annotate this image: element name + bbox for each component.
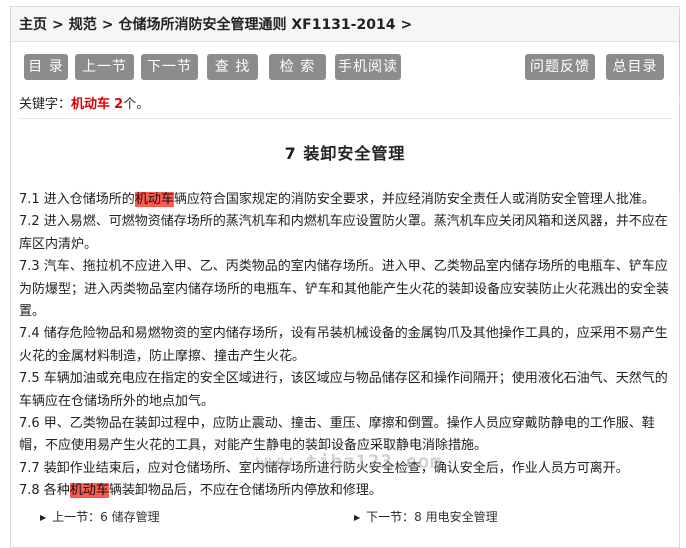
clause-7-2: 7.2 进入易燃、可燃物资储存场所的蒸汽机车和内燃机车应设置防火罩。蒸汽机车应关… [19, 214, 668, 252]
divider [19, 118, 671, 119]
clause-7-6: 7.6 甲、乙类物品在装卸过程中，应防止震动、撞击、重压、摩擦和倒置。操作人员应… [19, 416, 655, 454]
triangle-right-icon: ▶ [40, 513, 47, 522]
search-button[interactable]: 检 索 [269, 54, 326, 80]
keyword-highlight: 机动车 [69, 483, 109, 499]
clause-7-5: 7.5 车辆加油或充电应在指定的安全区域进行，该区域应与物品储存区和操作间隔开；… [19, 371, 668, 409]
next-section-link[interactable]: 8 用电安全管理 [414, 510, 497, 524]
clause-text: 7.1 进入仓储场所的 [19, 192, 135, 207]
keyword-summary: 关键字：机动车 2个。 [11, 94, 679, 118]
keyword-count: 2 [114, 97, 124, 112]
breadcrumb-home-link[interactable]: 主页 [19, 17, 47, 33]
section-title: 7 装卸安全管理 [284, 144, 406, 163]
breadcrumb-document-link[interactable]: 仓储场所消防安全管理通则 XF1131-2014 [118, 17, 395, 33]
breadcrumb-separator: > [52, 17, 64, 33]
clause-7-1: 7.1 进入仓储场所的机动车辆应符合国家规定的消防安全要求，并应经消防安全责任人… [19, 189, 671, 211]
keyword-label: 关键字： [19, 97, 72, 112]
next-label: 下一节： [366, 510, 415, 524]
side-panel-edge [679, 104, 686, 188]
find-button[interactable]: 查 找 [207, 54, 258, 80]
breadcrumb-separator: > [400, 17, 413, 33]
feedback-button[interactable]: 问题反馈 [525, 54, 595, 80]
content-panel: 主页 > 规范 > 仓储场所消防安全管理通则 XF1131-2014 > 目 录 上一节 … [10, 6, 680, 548]
breadcrumb: 主页 > 规范 > 仓储场所消防安全管理通则 XF1131-2014 > [11, 7, 679, 42]
clause-7-3: 7.3 汽车、拖拉机不应进入甲、乙、丙类物品的室内储存场所。进入甲、乙类物品室内… [19, 259, 670, 320]
master-catalog-button[interactable]: 总目录 [606, 54, 664, 80]
clause-7-7: 7.7 装卸作业结束后，应对仓储场所、室内储存场所进行防火安全检查，确认安全后，… [19, 460, 629, 476]
mobile-reading-button[interactable]: 手机阅读 [335, 54, 401, 80]
prev-section-button[interactable]: 上一节 [75, 54, 134, 80]
prev-section-nav: ▶ 上一节：6 储存管理 [40, 508, 160, 525]
prev-section-link[interactable]: 6 储存管理 [100, 510, 159, 524]
clause-text: 辆装卸物品后，不应在仓储场所内停放和修理。 [108, 483, 382, 499]
next-section-button[interactable]: 下一节 [141, 54, 198, 80]
prev-label: 上一节： [52, 510, 101, 524]
clause-text: 辆应符合国家规定的消防安全要求，并应经消防安全责任人或消防安全管理人批准。 [173, 192, 655, 207]
next-section-nav: ▶ 下一节：8 用电安全管理 [354, 508, 498, 525]
breadcrumb-category-link[interactable]: 规范 [69, 17, 97, 33]
side-panel-edge [679, 14, 686, 96]
keyword-term: 机动车 [71, 97, 111, 112]
section-content: 7.1 进入仓储场所的机动车辆应符合国家规定的消防安全要求，并应经消防安全责任人… [11, 189, 679, 503]
toolbar: 目 录 上一节 下一节 查 找 检 索 手机阅读 问题反馈 总目录 [11, 42, 679, 94]
toc-button[interactable]: 目 录 [24, 54, 68, 80]
clause-text: 7.8 各种 [19, 483, 70, 499]
clause-7-8: 7.8 各种机动车辆装卸物品后，不应在仓储场所内停放和修理。 [19, 480, 671, 502]
clause-7-4: 7.4 储存危险物品和易燃物资的室内储存场所，设有吊装机械设备的金属钩爪及其他操… [19, 326, 668, 364]
keyword-highlight: 机动车 [134, 192, 174, 207]
breadcrumb-separator: > [101, 17, 114, 33]
keyword-suffix: 个。 [123, 97, 150, 112]
triangle-right-icon: ▶ [354, 513, 361, 522]
